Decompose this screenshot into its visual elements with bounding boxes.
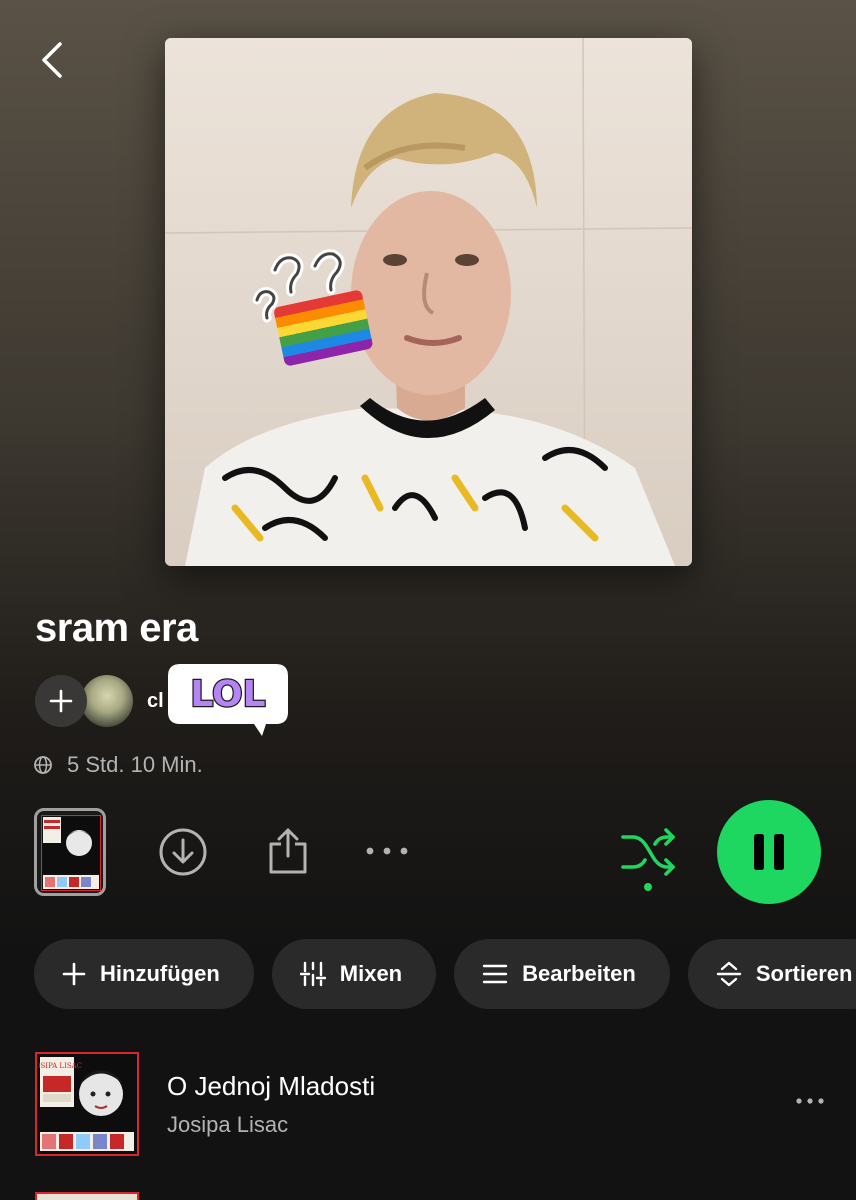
shuffle-icon <box>621 828 675 891</box>
plus-icon <box>62 962 86 986</box>
track-title: O Jednoj Mladosti <box>167 1070 376 1101</box>
add-chip-label: Hinzufügen <box>100 961 220 986</box>
playlist-preview-thumbnail[interactable] <box>34 808 106 896</box>
download-button[interactable] <box>156 825 210 879</box>
back-button[interactable] <box>30 38 74 82</box>
track-text: O Jednoj Mladosti Josipa Lisac <box>167 1071 375 1138</box>
shuffle-button[interactable] <box>618 826 678 894</box>
mix-chip[interactable]: Mixen <box>271 939 437 1009</box>
lol-sticker-text: LOL <box>190 674 265 715</box>
playlist-duration: 5 Std. 10 Min. <box>67 752 203 777</box>
list-icon <box>482 964 508 984</box>
plus-icon <box>49 689 73 713</box>
add-chip[interactable]: Hinzufügen <box>34 939 254 1009</box>
action-chips: Hinzufügen Mixen Bearbeiten Sortieren <box>34 939 856 1009</box>
playlist-controls <box>0 800 856 910</box>
playlist-title: sram era <box>35 606 198 650</box>
owner-name[interactable]: cl <box>147 690 164 713</box>
sort-icon <box>716 961 742 987</box>
mix-chip-label: Mixen <box>339 961 403 986</box>
share-button[interactable] <box>264 824 312 878</box>
pause-button[interactable] <box>717 800 821 904</box>
lol-sticker: LOL <box>166 660 290 740</box>
owner-row: cl <box>35 674 164 728</box>
sliders-icon <box>299 961 326 987</box>
track-album-art: JOSIPA LISAC <box>35 1052 139 1156</box>
edit-chip[interactable]: Bearbeiten <box>454 939 670 1009</box>
download-icon <box>159 828 207 876</box>
track-more-button[interactable] <box>795 1092 825 1110</box>
track-row[interactable]: JOSIPA LISAC O Jednoj Mladosti Josipa Li… <box>35 1052 835 1156</box>
playlist-cover-image <box>165 38 692 566</box>
playlist-meta: 5 Std. 10 Min. <box>33 752 203 778</box>
track-artist: Josipa Lisac <box>167 1111 289 1137</box>
pause-icon <box>754 834 784 870</box>
globe-icon <box>34 756 52 774</box>
chevron-left-icon <box>42 42 62 78</box>
edit-chip-label: Bearbeiten <box>522 961 636 986</box>
next-track-album-art <box>35 1192 139 1200</box>
share-icon <box>269 828 307 874</box>
sort-chip[interactable]: Sortieren <box>687 939 856 1009</box>
more-horizontal-icon <box>796 1098 824 1104</box>
more-horizontal-icon <box>366 847 408 855</box>
more-options-button[interactable] <box>362 836 412 866</box>
sort-chip-label: Sortieren <box>755 961 853 986</box>
track-album-art-text: JOSIPA LISAC <box>37 1062 82 1070</box>
owner-avatar[interactable] <box>81 675 133 727</box>
add-collaborator-button[interactable] <box>35 675 87 727</box>
